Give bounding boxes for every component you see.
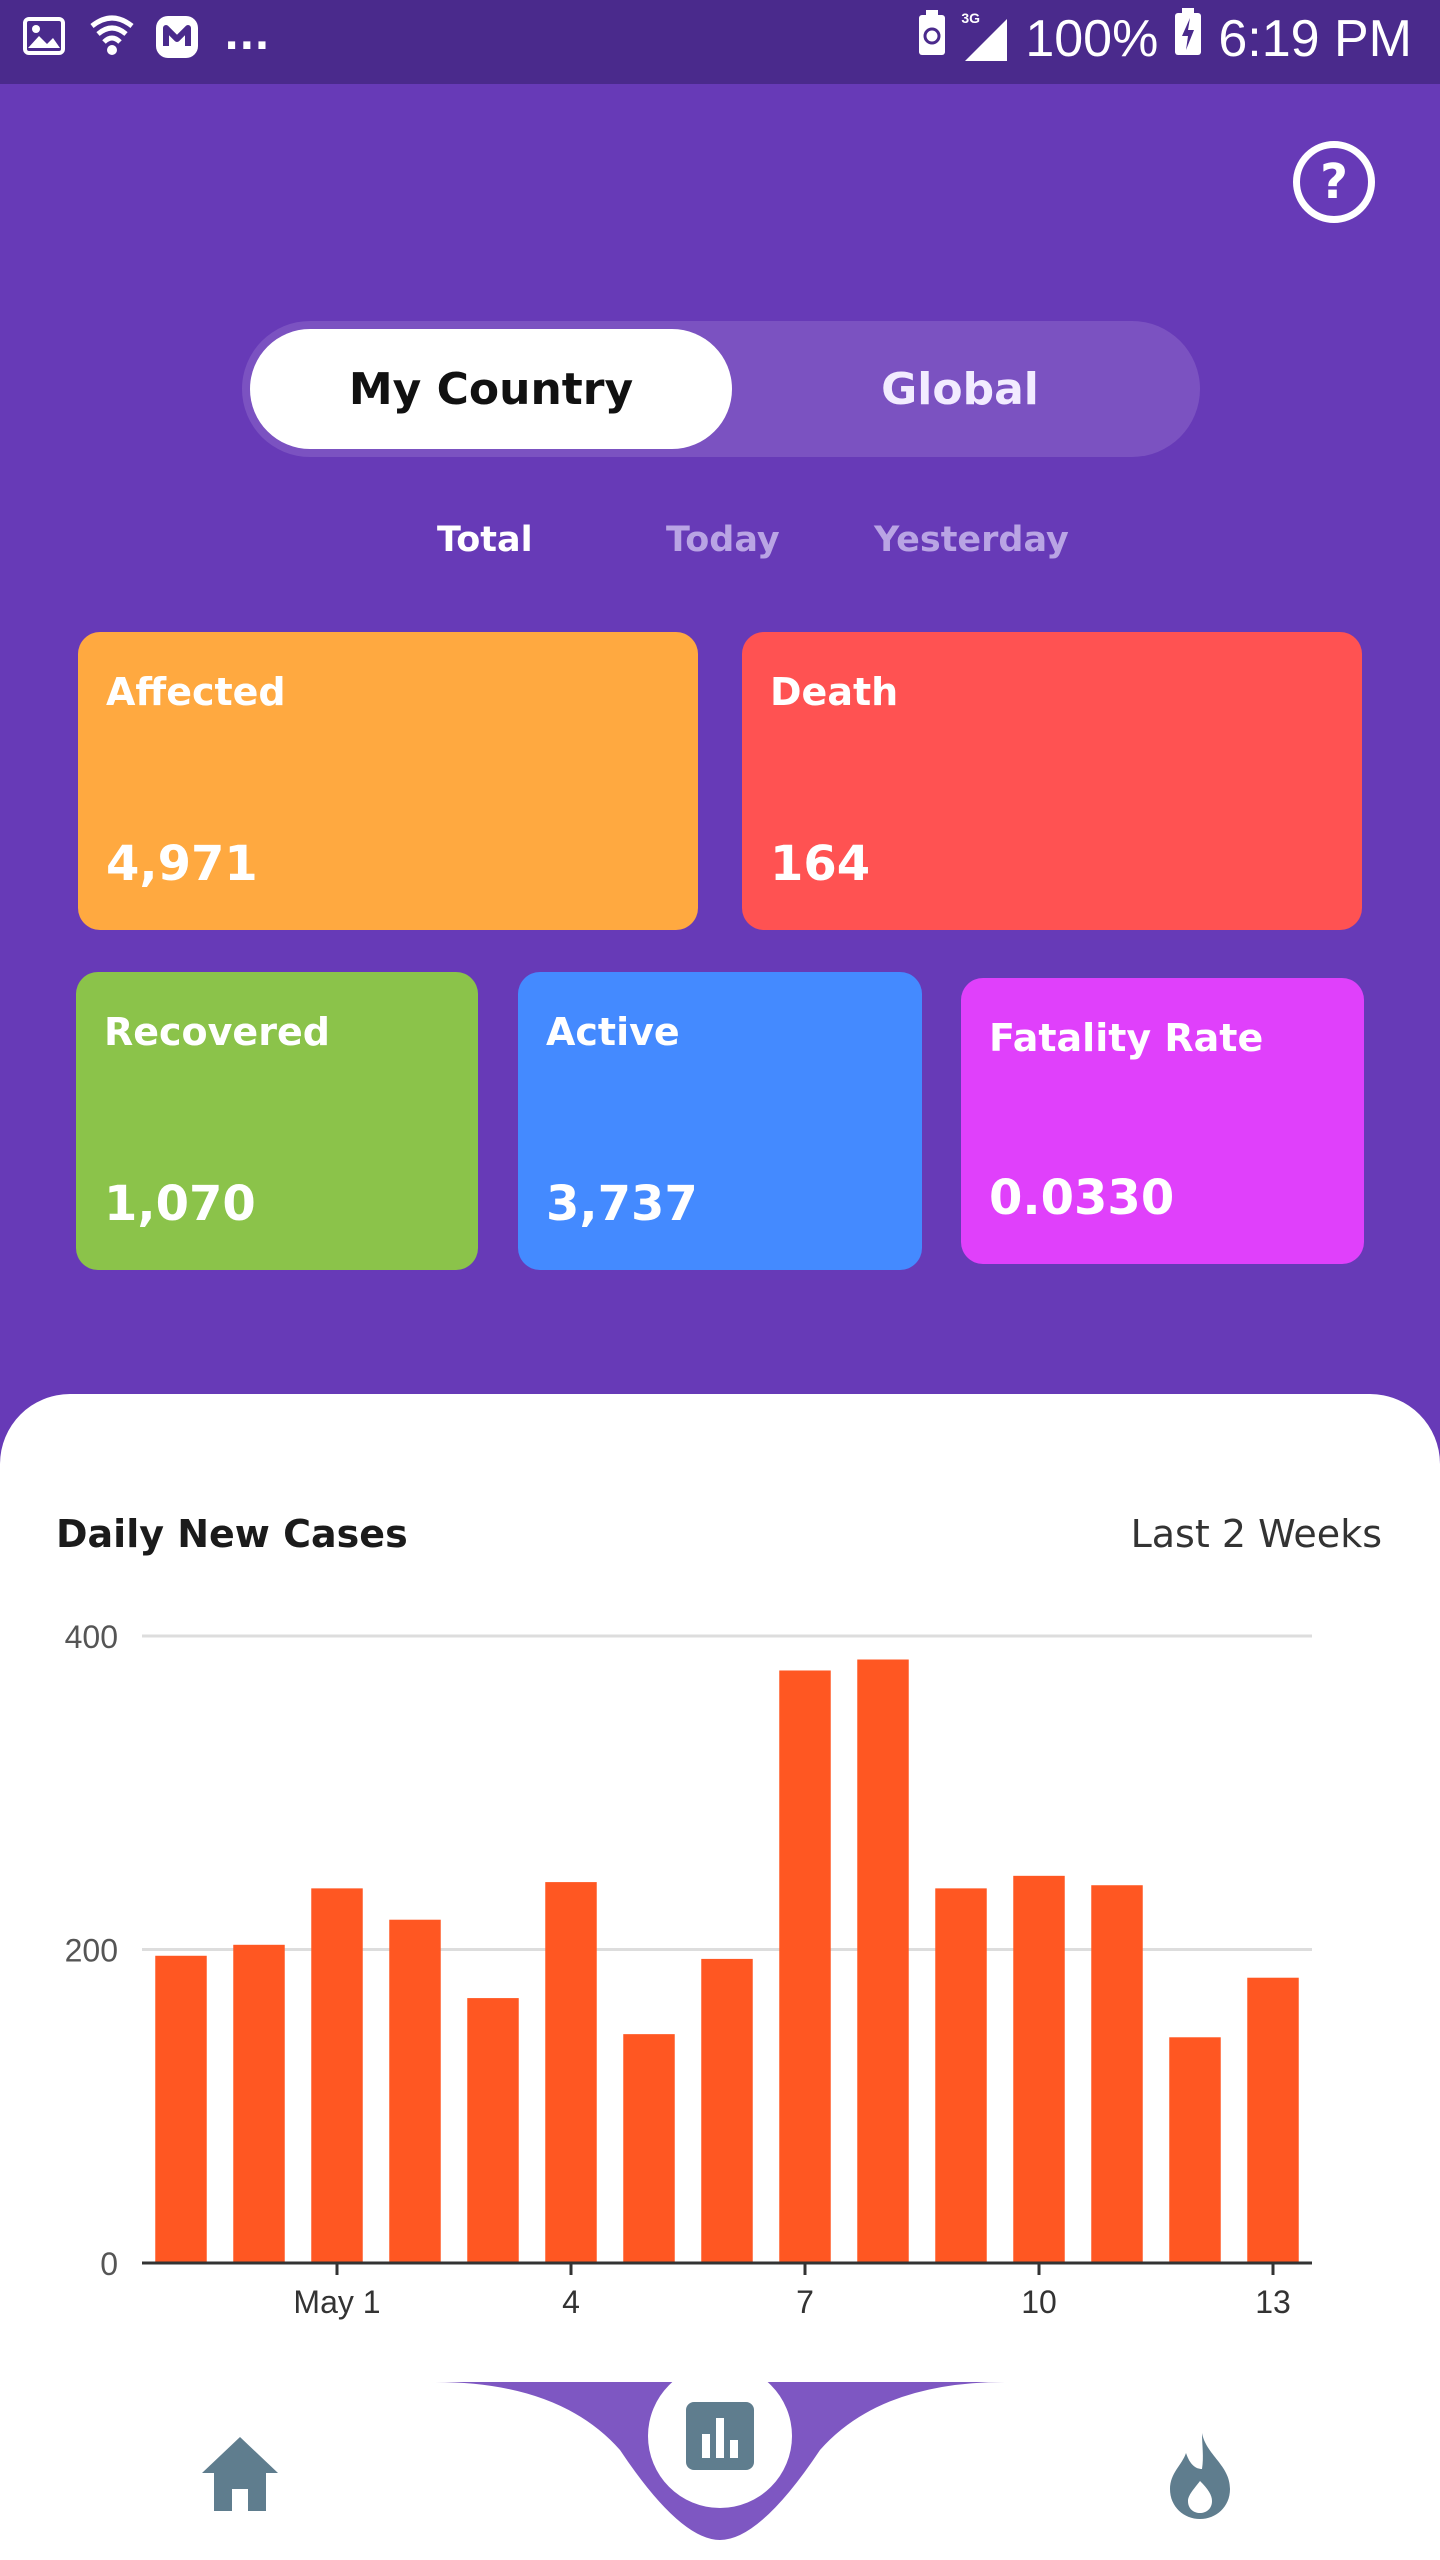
death-label: Death [770,670,899,714]
death-card[interactable]: Death 164 [742,632,1362,930]
scope-toggle: My Country Global [242,321,1200,457]
x-tick-label: 7 [796,2284,814,2320]
bar [545,1882,597,2263]
help-button[interactable]: ? [1293,141,1375,223]
recovered-label: Recovered [104,1010,330,1054]
flame-icon [1170,2433,1230,2519]
clock: 6:19 PM [1218,9,1412,68]
toggle-my-country[interactable]: My Country [250,329,732,449]
y-tick-label: 400 [65,1619,118,1655]
battery-percent: 100% [1025,9,1159,68]
battery-saver-icon [917,9,947,69]
notification-overflow: ... [224,13,270,59]
fatality-rate-label: Fatality Rate [989,1016,1264,1060]
x-tick-label: May 1 [293,2284,380,2320]
bar [155,1955,207,2263]
x-tick-label: 10 [1021,2284,1057,2320]
home-icon [202,2437,278,2511]
bar [1169,2037,1221,2263]
notification-icons: ... [22,14,270,58]
x-tick-label: 4 [562,2284,580,2320]
gallery-icon [22,14,66,58]
death-value: 164 [770,836,871,892]
question-icon: ? [1320,154,1348,210]
nav-trending-button[interactable] [1150,2425,1250,2525]
bar [1091,1885,1143,2263]
fatality-rate-card[interactable]: Fatality Rate 0.0330 [961,978,1364,1264]
daily-new-cases-chart: 0 200 400 May 1 4 7 10 13 [65,1619,1312,2320]
bar [233,1944,285,2263]
app-m-icon [154,14,198,58]
network-type: 3G [961,9,981,26]
affected-value: 4,971 [106,836,258,892]
tab-today[interactable]: Today [666,520,780,560]
battery-charging-icon [1174,8,1202,69]
fatality-rate-value: 0.0330 [989,1170,1175,1226]
bar [779,1670,831,2263]
bar [623,2034,675,2263]
recovered-value: 1,070 [104,1176,256,1232]
bar [311,1888,363,2263]
chart-title: Daily New Cases [56,1512,408,1556]
wifi-lock-icon [88,14,134,58]
active-value: 3,737 [546,1176,698,1232]
bar [389,1919,441,2263]
y-tick-label: 200 [65,1933,118,1969]
bar [1247,1977,1299,2263]
bar [467,1998,519,2263]
status-bar: ... 3G 100% 6:19 PM [0,0,1440,84]
toggle-global[interactable]: Global [810,329,1110,449]
y-tick-label: 0 [100,2246,118,2282]
nav-stats-button[interactable] [680,2396,760,2476]
bar-chart-icon [686,2402,754,2470]
bar [857,1659,909,2263]
bar [935,1888,987,2263]
bar [701,1958,753,2263]
chart-range-selector[interactable]: Last 2 Weeks [1131,1512,1382,1556]
active-card[interactable]: Active 3,737 [518,972,922,1270]
system-status: 3G 100% 6:19 PM [917,8,1412,69]
recovered-card[interactable]: Recovered 1,070 [76,972,478,1270]
tab-yesterday[interactable]: Yesterday [874,520,1069,560]
active-label: Active [546,1010,680,1054]
affected-label: Affected [106,670,286,714]
cell-signal-icon: 3G [961,10,1009,62]
x-tick-label: 13 [1255,2284,1291,2320]
bar [1013,1875,1065,2263]
tab-total[interactable]: Total [437,520,533,560]
nav-home-button[interactable] [190,2425,290,2525]
affected-card[interactable]: Affected 4,971 [78,632,698,930]
